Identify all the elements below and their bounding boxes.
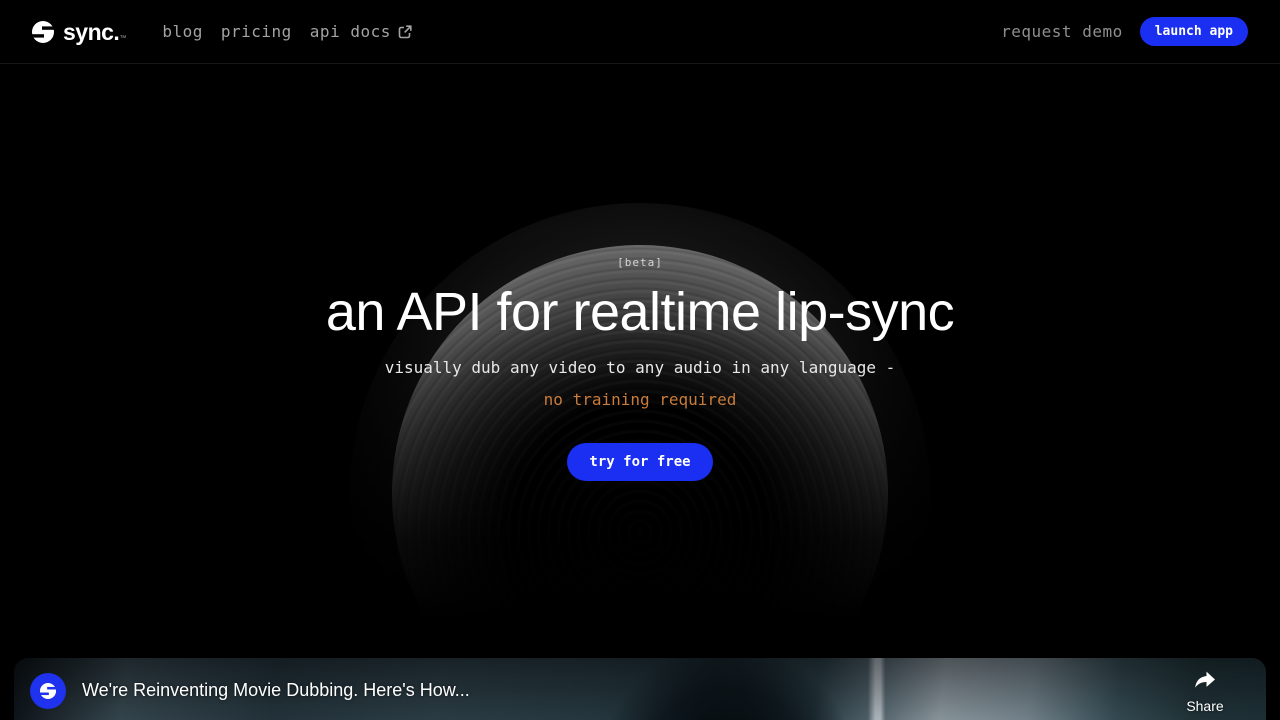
video-title-bar: We're Reinventing Movie Dubbing. Here's …	[14, 658, 1266, 720]
nav-link-blog[interactable]: blog	[162, 22, 203, 41]
share-label: Share	[1186, 698, 1223, 714]
hero-highlight: no training required	[0, 390, 1280, 409]
youtube-video-embed[interactable]: We're Reinventing Movie Dubbing. Here's …	[14, 658, 1266, 720]
try-for-free-button[interactable]: try for free	[567, 443, 712, 481]
launch-app-button[interactable]: launch app	[1140, 17, 1248, 46]
channel-avatar[interactable]	[30, 673, 66, 709]
top-nav: sync.™ blog pricing api docs request dem…	[0, 0, 1280, 64]
request-demo-link[interactable]: request demo	[1001, 22, 1123, 41]
logo-trademark: ™	[119, 35, 126, 42]
hero-subtitle: visually dub any video to any audio in a…	[0, 358, 1280, 377]
nav-links: blog pricing api docs	[162, 22, 413, 41]
beta-badge: [beta]	[0, 256, 1280, 269]
nav-link-pricing[interactable]: pricing	[221, 22, 292, 41]
hero-section: [beta] an API for realtime lip-sync visu…	[0, 0, 1280, 660]
share-button[interactable]: Share	[1174, 670, 1236, 714]
sync-logo-icon	[30, 19, 56, 45]
logo-text: sync.	[63, 19, 119, 45]
hero-cta-row: try for free	[0, 443, 1280, 481]
share-icon	[1174, 670, 1236, 695]
nav-link-api-docs[interactable]: api docs	[310, 22, 391, 41]
page-title: an API for realtime lip-sync	[0, 283, 1280, 341]
nav-right: request demo launch app	[1001, 17, 1248, 46]
sync-logo[interactable]: sync.™	[30, 19, 126, 45]
external-link-icon[interactable]	[397, 24, 413, 40]
video-title-link[interactable]: We're Reinventing Movie Dubbing. Here's …	[82, 680, 470, 701]
